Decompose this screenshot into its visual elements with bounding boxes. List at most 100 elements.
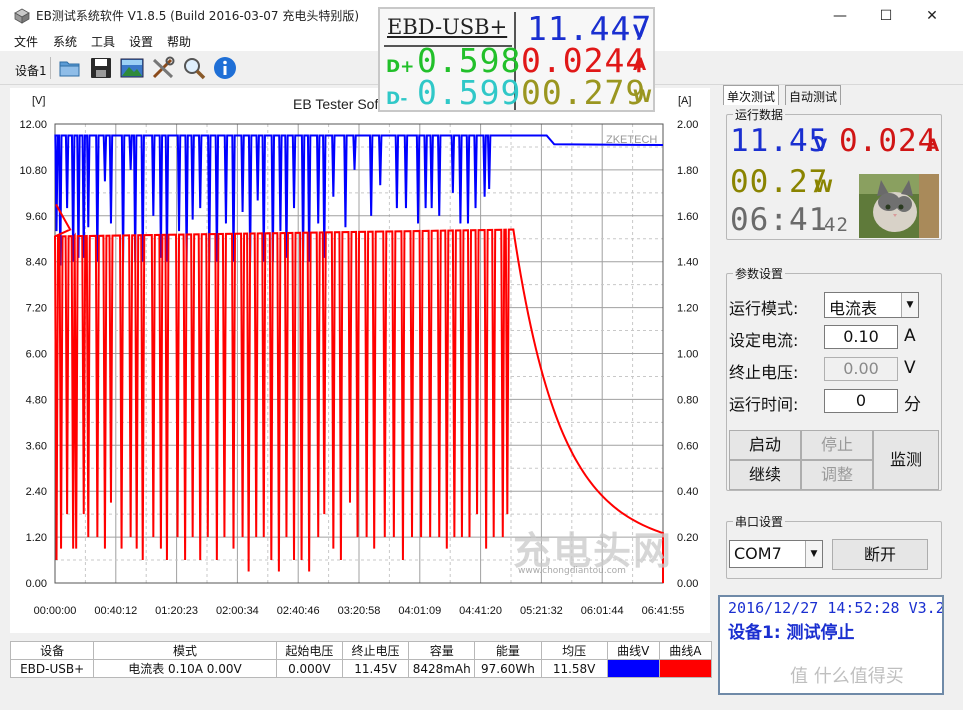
run-current: 0.024: [839, 123, 938, 159]
mode-select[interactable]: 电流表 ▼: [824, 292, 919, 318]
set-current-unit: A: [904, 326, 916, 346]
menu-file[interactable]: 文件: [14, 33, 38, 50]
y-left-tick-label: 6.00: [26, 349, 47, 361]
y-left-tick-label: 4.80: [26, 394, 47, 406]
lcd-dminus-label: D-: [386, 89, 408, 109]
y-right-tick-label: 0.20: [677, 532, 698, 544]
continue-button[interactable]: 继续: [729, 460, 801, 490]
x-tick-label: 00:40:12: [94, 605, 137, 617]
chongdiantou-url: www.chongdiantou.com: [518, 566, 626, 576]
y-right-tick-label: 2.00: [677, 119, 698, 131]
run-voltage-unit: V: [814, 136, 828, 156]
app-window: EB测试系统软件 V1.8.5 (Build 2016-03-07 充电头特别版…: [0, 0, 963, 710]
menu-system[interactable]: 系统: [53, 33, 77, 50]
tab-auto-test[interactable]: 自动测试: [785, 85, 842, 105]
folder-icon[interactable]: [58, 56, 82, 80]
image-icon[interactable]: [120, 56, 144, 80]
table-cell: 0.000V: [275, 659, 343, 678]
table-header: 曲线V: [606, 641, 660, 660]
stop-voltage-unit: V: [904, 358, 916, 378]
tab-single-test[interactable]: 单次测试: [723, 85, 780, 105]
run-time-input[interactable]: 0: [824, 389, 898, 413]
table-header: 终止电压: [341, 641, 410, 660]
table-cell: 电流表 0.10A 0.00V: [93, 659, 277, 678]
menu-help[interactable]: 帮助: [167, 33, 191, 50]
y-left-tick-label: 7.20: [26, 303, 47, 315]
x-tick-label: 06:41:55: [642, 605, 685, 617]
right-axis-unit: [A]: [678, 95, 691, 107]
serial-group: 串口设置 COM7 ▼ 断开: [726, 513, 942, 579]
lcd-power: 00.279: [521, 73, 647, 112]
stop-button[interactable]: 停止: [801, 430, 873, 460]
com-port-value: COM7: [734, 544, 782, 563]
adjust-button[interactable]: 调整: [801, 460, 873, 490]
info-icon[interactable]: [213, 56, 237, 80]
tools-icon[interactable]: [151, 56, 175, 80]
table-row[interactable]: EBD-USB+ 电流表 0.10A 0.00V 0.000V 11.45V 8…: [9, 659, 713, 678]
result-table: 设备 模式 起始电压 终止电压 容量 能量 均压 曲线V 曲线A EBD-USB…: [9, 641, 713, 678]
run-time: 06:41: [730, 202, 829, 238]
run-data-title: 运行数据: [733, 106, 786, 123]
y-right-tick-label: 1.60: [677, 211, 698, 223]
table-cell: 11.45V: [341, 659, 410, 678]
x-tick-label: 00:00:00: [34, 605, 77, 617]
menu-tools[interactable]: 工具: [91, 33, 115, 50]
y-left-tick-label: 9.60: [26, 211, 47, 223]
chevron-down-icon: ▼: [805, 541, 822, 567]
y-right-tick-label: 1.40: [677, 257, 698, 269]
table-header-row: 设备 模式 起始电压 终止电压 容量 能量 均压 曲线V 曲线A: [9, 641, 713, 660]
params-group: 参数设置 运行模式: 电流表 ▼ 设定电流: 0.10 A 终止电压: 0.00…: [726, 265, 942, 491]
lcd-device-name: EBD-USB+: [387, 15, 508, 39]
close-button[interactable]: ✕: [909, 0, 955, 31]
save-icon[interactable]: [89, 56, 113, 80]
params-title: 参数设置: [733, 265, 786, 282]
app-icon: [14, 8, 30, 24]
com-port-select[interactable]: COM7 ▼: [729, 540, 823, 568]
lcd-dplus-label: D+: [386, 57, 415, 77]
table-cell: 97.60Wh: [474, 659, 542, 678]
y-right-tick-label: 0.80: [677, 394, 698, 406]
table-cell: 8428mAh: [408, 659, 476, 678]
y-right-tick-label: 1.00: [677, 349, 698, 361]
y-right-tick-label: 1.80: [677, 165, 698, 177]
monitor-button[interactable]: 监测: [873, 430, 939, 490]
stop-voltage-input[interactable]: 0.00: [824, 357, 898, 381]
status-timestamp: 2016/12/27 14:52:28 V3.20: [728, 599, 944, 617]
y-left-tick-label: 10.80: [19, 165, 47, 177]
set-current-input[interactable]: 0.10: [824, 325, 898, 349]
y-right-tick-label: 0.60: [677, 440, 698, 452]
mode-select-value: 电流表: [829, 299, 878, 318]
menu-settings[interactable]: 设置: [129, 33, 153, 50]
cat-photo-image: [859, 174, 939, 238]
smzdm-watermark: 值 什么值得买: [790, 666, 904, 687]
start-button[interactable]: 启动: [729, 430, 801, 460]
device-selector-label[interactable]: 设备1: [15, 62, 47, 79]
run-time-seconds: 42: [824, 214, 849, 236]
status-message: 设备1: 测试停止: [728, 623, 855, 643]
search-icon[interactable]: [182, 56, 206, 80]
y-right-tick-label: 0.00: [677, 578, 698, 590]
y-right-tick-label: 0.40: [677, 486, 698, 498]
x-tick-label: 01:20:23: [155, 605, 198, 617]
minimize-button[interactable]: —: [817, 0, 863, 31]
lcd-current-unit: A: [633, 55, 647, 75]
table-header: 容量: [408, 641, 476, 660]
run-power-unit: W: [814, 177, 833, 197]
disconnect-button[interactable]: 断开: [832, 539, 928, 570]
chevron-down-icon: ▼: [901, 293, 918, 317]
table-header: 均压: [540, 641, 608, 660]
maximize-button[interactable]: ☐: [863, 0, 909, 31]
run-current-unit: A: [926, 136, 940, 156]
window-title: EB测试系统软件 V1.8.5 (Build 2016-03-07 充电头特别版…: [36, 9, 360, 23]
curve-a-color-swatch: [658, 659, 713, 678]
y-left-tick-label: 0.00: [26, 578, 47, 590]
table-cell: 11.58V: [540, 659, 608, 678]
x-tick-label: 02:00:34: [216, 605, 259, 617]
y-left-tick-label: 8.40: [26, 257, 47, 269]
y-left-tick-label: 12.00: [19, 119, 47, 131]
x-tick-label: 03:20:58: [338, 605, 381, 617]
table-header: 能量: [474, 641, 542, 660]
lcd-power-unit: W: [633, 87, 652, 107]
lcd-voltage-unit: V: [633, 22, 647, 42]
x-tick-label: 04:41:20: [459, 605, 502, 617]
